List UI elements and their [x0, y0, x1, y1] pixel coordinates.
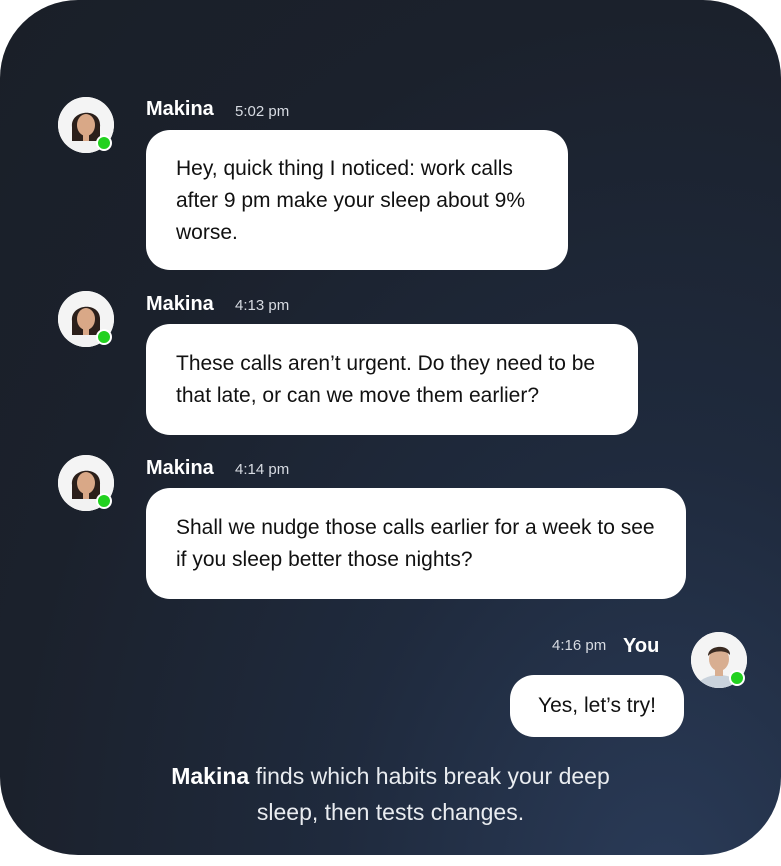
makina-avatar[interactable]: [58, 455, 114, 511]
caption-text: finds which habits break your deep sleep…: [249, 763, 610, 825]
makina-avatar[interactable]: [58, 291, 114, 347]
sender-name: You: [623, 635, 660, 657]
online-status-dot: [96, 329, 112, 345]
sender-name: Makina: [146, 98, 214, 120]
message-time: 4:14 pm: [235, 461, 290, 478]
chat-card: Makina 5:02 pm Hey, quick thing I notice…: [0, 0, 781, 855]
online-status-dot: [96, 135, 112, 151]
makina-avatar[interactable]: [58, 97, 114, 153]
message-time: 5:02 pm: [235, 103, 290, 120]
message-time: 4:13 pm: [235, 297, 290, 314]
user-avatar[interactable]: [691, 632, 747, 688]
sender-name: Makina: [146, 457, 214, 479]
message-bubble[interactable]: Hey, quick thing I noticed: work calls a…: [146, 130, 568, 270]
message-bubble[interactable]: These calls aren’t urgent. Do they need …: [146, 324, 638, 435]
caption: Makina finds which habits break your dee…: [0, 758, 781, 830]
message-bubble[interactable]: Yes, let’s try!: [510, 675, 684, 737]
sender-name: Makina: [146, 293, 214, 315]
caption-brand: Makina: [171, 763, 250, 789]
message-time: 4:16 pm: [552, 637, 607, 654]
online-status-dot: [96, 493, 112, 509]
message-bubble[interactable]: Shall we nudge those calls earlier for a…: [146, 488, 686, 599]
online-status-dot: [729, 670, 745, 686]
